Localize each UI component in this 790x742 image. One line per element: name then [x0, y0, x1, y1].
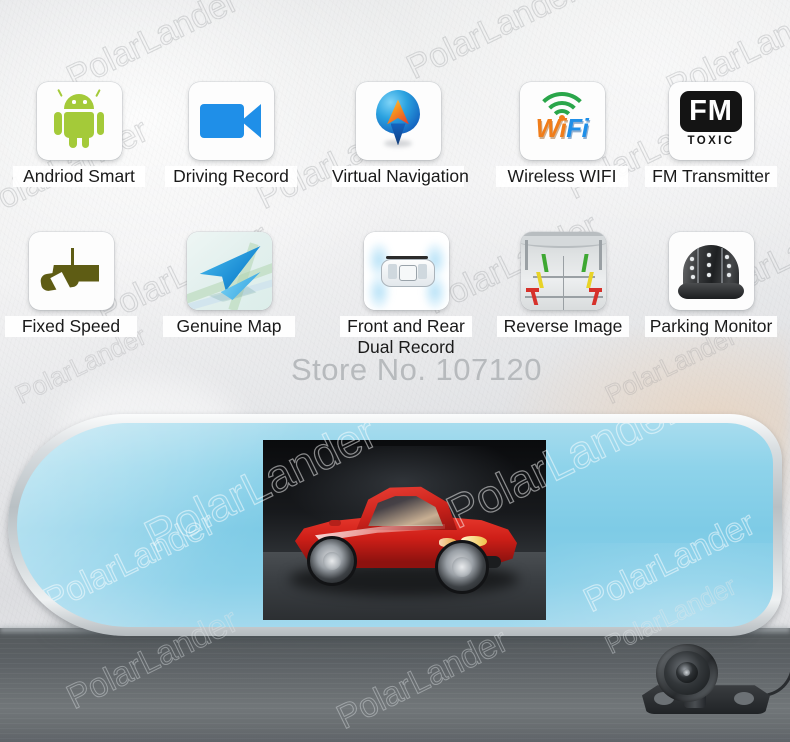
reverse-backup-camera — [618, 628, 790, 742]
speed-camera-icon — [39, 247, 101, 298]
android-tile — [36, 82, 122, 160]
bracket-screw-hole — [734, 692, 754, 705]
driving-record-tile — [188, 82, 274, 160]
mirror-bezel: PolarLander PolarLander PolarLander Pola… — [8, 414, 782, 636]
dome-camera-icon — [677, 244, 745, 301]
feature-label: Virtual Navigation — [332, 166, 469, 187]
fixed-speed-tile — [28, 232, 114, 310]
fm-transmitter-icon: FM TOXIC — [680, 91, 742, 151]
reverse-image-tile — [520, 232, 606, 310]
feature-parking-monitor: Parking Monitor — [645, 232, 777, 337]
feature-reverse-image: Reverse Image — [497, 232, 629, 337]
paper-plane-map-icon — [186, 232, 272, 310]
feature-label: Wireless WIFI — [496, 166, 628, 187]
mirror-glass: PolarLander PolarLander PolarLander Pola… — [17, 423, 773, 627]
feature-android-smart: Andriod Smart — [13, 82, 145, 187]
fm-sub-text: TOXIC — [687, 135, 735, 147]
feature-virtual-navigation: Virtual Navigation — [332, 82, 469, 187]
feature-label: Parking Monitor — [645, 316, 777, 337]
wifi-fi-text: Fi — [566, 113, 589, 143]
wifi-wi-text: Wi — [535, 113, 567, 143]
wifi-tile: WiFi — [519, 82, 605, 160]
red-ferrari-sports-car — [285, 480, 527, 594]
fm-tile: FM TOXIC — [668, 82, 754, 160]
feature-label: Driving Record — [165, 166, 297, 187]
fm-logo-text: FM — [680, 91, 742, 132]
feature-label: Andriod Smart — [13, 166, 145, 187]
navigation-tile — [355, 82, 441, 160]
feature-label-line2: Dual Record — [357, 337, 455, 357]
android-robot-icon — [53, 89, 105, 148]
camera-lens-center — [683, 669, 690, 676]
feature-label: Reverse Image — [497, 316, 629, 337]
feature-front-and-rear: Front and Rear Dual Record — [340, 232, 472, 358]
feature-fixed-speed: Fixed Speed — [5, 232, 137, 337]
feature-label: Fixed Speed — [5, 316, 137, 337]
feature-wireless-wifi: WiFi Wireless WIFI — [496, 82, 628, 187]
rearview-mirror-dashcam: PolarLander PolarLander PolarLander Pola… — [8, 414, 782, 646]
reverse-guideline-icon — [520, 232, 606, 310]
feature-driving-record: Driving Record — [165, 82, 297, 187]
camcorder-icon — [200, 104, 262, 138]
top-down-car-icon — [363, 232, 449, 310]
parking-monitor-tile — [668, 232, 754, 310]
feature-label: Genuine Map — [163, 316, 295, 337]
feature-label: Front and Rear — [340, 316, 472, 337]
mirror-display-screen[interactable] — [263, 440, 546, 620]
front-rear-tile — [363, 232, 449, 310]
feature-fm-transmitter: FM TOXIC FM Transmitter — [645, 82, 777, 187]
product-marketing-image: PolarLander PolarLander PolarLander Pola… — [0, 0, 790, 742]
feature-label: FM Transmitter — [645, 166, 777, 187]
wifi-icon: WiFi — [529, 92, 595, 150]
map-pin-compass-icon — [376, 90, 420, 148]
feature-genuine-map: Genuine Map — [163, 232, 295, 337]
genuine-map-tile — [186, 232, 272, 310]
